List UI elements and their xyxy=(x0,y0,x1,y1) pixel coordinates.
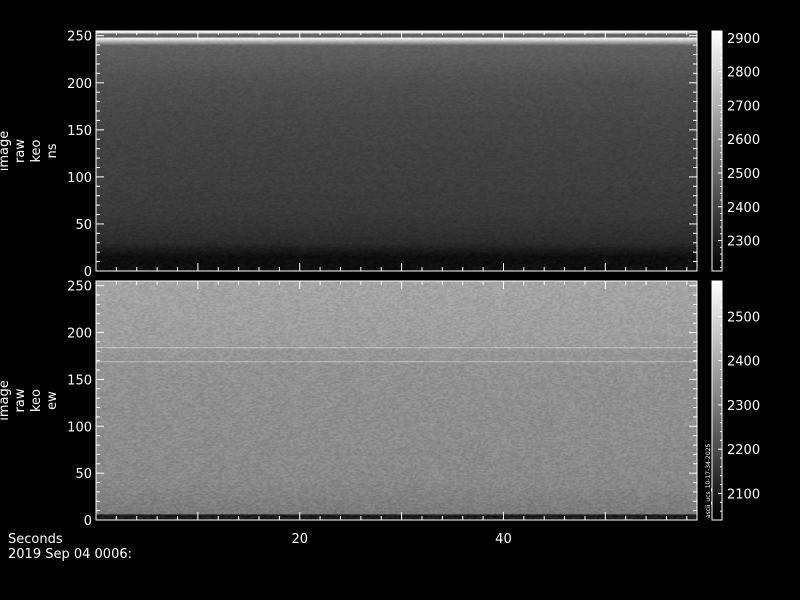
x-tick-label: 20 xyxy=(291,532,308,547)
colorbar-tick-label: 2300 xyxy=(727,399,760,414)
keogram-figure: 050100150200250 image raw keo ns 2300240025… xyxy=(0,30,760,562)
colorbar-tick-label: 2400 xyxy=(727,355,760,370)
y-label-word: raw xyxy=(13,388,28,412)
y-label-word: image xyxy=(0,131,12,172)
colorbar-tick-label: 2400 xyxy=(727,201,760,216)
y-axis-label-ns: image raw keo ns xyxy=(0,131,60,172)
date-label: 2019 Sep 04 0006: xyxy=(8,547,132,562)
ucs-annotation: ascii_ucs_10-17-34-2025 xyxy=(705,443,712,518)
y-tick-label: 200 xyxy=(67,327,92,342)
x-axis-label: Seconds xyxy=(8,532,63,547)
colorbar-tick-label: 2300 xyxy=(727,235,760,250)
panel-ew: 0 50 100 150 200 250 image raw keo ew 2100 2200 23… xyxy=(0,280,760,529)
x-tick-label: 40 xyxy=(495,532,512,547)
y-tick-label: 100 xyxy=(67,420,92,435)
heatmap-ew xyxy=(96,281,697,520)
colorbar-tick-label: 2800 xyxy=(727,66,760,81)
colorbar-tick-label: 2500 xyxy=(727,167,760,182)
panel-ns: 0 50 100 150 200 250 image raw keo ns 2300 2400 25… xyxy=(0,30,760,280)
colorbar-ticks-ew: 2100 2200 2300 2400 2500 xyxy=(718,280,760,521)
y-tick-label: 100 xyxy=(67,171,92,186)
y-tick-label: 50 xyxy=(75,218,92,233)
y-label-word: keo xyxy=(29,389,44,412)
colorbar-tick-label: 2100 xyxy=(727,487,760,502)
colorbar-tick-label: 2700 xyxy=(727,99,760,114)
y-label-word: image xyxy=(0,380,12,421)
y-label-word: raw xyxy=(13,139,28,163)
y-axis-label-ew: image raw keo ew xyxy=(0,380,60,421)
y-tick-label: 250 xyxy=(67,30,92,45)
colorbar-ns xyxy=(712,31,722,271)
colorbar-tick-label: 2200 xyxy=(727,443,760,458)
y-tick-label: 200 xyxy=(67,77,92,92)
y-tick-label: 150 xyxy=(67,124,92,139)
y-tick-label: 150 xyxy=(67,373,92,388)
y-tick-label: 50 xyxy=(75,467,92,482)
y-label-word: ns xyxy=(45,143,60,158)
y-tick-label: 250 xyxy=(67,280,92,295)
y-label-word: ew xyxy=(45,391,60,410)
heatmap-ns xyxy=(96,31,697,271)
colorbar-tick-label: 2900 xyxy=(727,32,760,47)
colorbar-tick-label: 2600 xyxy=(727,133,760,148)
colorbar-ticks-ns: 2300 2400 2500 2600 2700 2800 2900 xyxy=(718,30,760,269)
y-tick-label: 0 xyxy=(84,265,92,280)
y-label-word: keo xyxy=(29,139,44,162)
colorbar-tick-label: 2500 xyxy=(727,310,760,325)
y-tick-label: 0 xyxy=(84,514,92,529)
